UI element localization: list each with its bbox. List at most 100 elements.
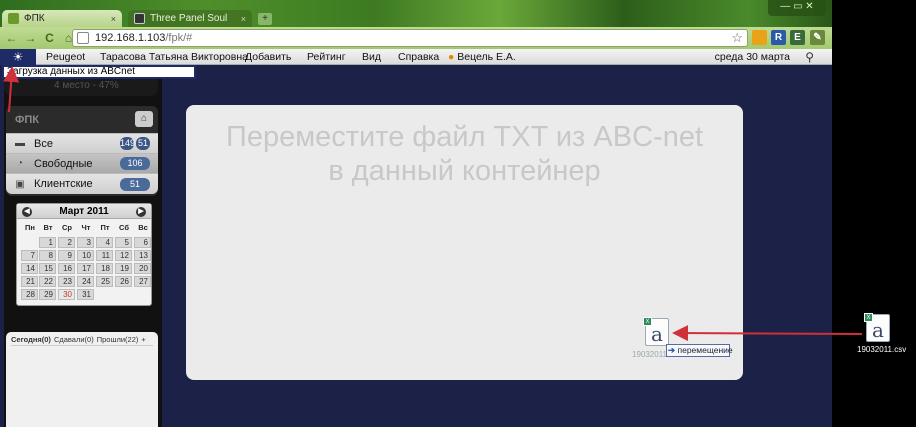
url-path: /fpk/# [165,32,193,44]
close-icon[interactable]: × [111,14,116,24]
calendar-day[interactable]: 20 [134,263,151,274]
calendar-day[interactable]: 26 [115,276,132,287]
app-logo-icon[interactable]: ☀ [0,48,36,65]
calendar-header: ◀ Март 2011 ▶ [17,204,151,219]
calendar-day[interactable]: 1 [39,237,56,248]
calendar-day[interactable]: 7 [21,250,38,261]
calendar-day[interactable]: 31 [77,289,94,300]
count-badge: 51 [120,177,150,191]
tab-three-panel-soul[interactable]: Three Panel Soul × [128,10,252,27]
new-tab-button[interactable]: + [258,13,272,25]
reload-icon[interactable]: C [42,31,57,46]
dropdown-import-abcnet[interactable]: Загрузка данных из ABCnet [2,65,196,79]
move-icon: ➔ [668,345,676,355]
calendar-day[interactable]: 21 [21,276,38,287]
tab-today[interactable]: Сегодня(0) [11,335,51,344]
calendar-day[interactable]: 24 [77,276,94,287]
fpk-title: ФПК [15,114,40,126]
screen: ФПК × Three Panel Soul × + — ▭ ✕ ← → C ⌂… [0,0,916,427]
close-icon[interactable]: × [241,14,246,24]
calendar-day[interactable]: 25 [96,276,113,287]
calendar-day[interactable]: 22 [39,276,56,287]
url-host: 192.168.1.103 [95,32,166,44]
events-panel: Сегодня(0) Сдавали(0) Прошли(22) + [6,332,158,427]
back-icon[interactable]: ← [4,31,19,46]
filter-all[interactable]: ▬ Все 149 51 [6,133,158,153]
desktop-file-icon[interactable]: X a [864,313,890,342]
events-tabs: Сегодня(0) Сдавали(0) Прошли(22) + [11,335,149,344]
divider [11,345,153,346]
address-bar[interactable]: 192.168.1.103 /fpk/# ☆ [72,29,748,47]
menu-user[interactable]: Тарасова Татьяна Викторовна [100,51,248,63]
rating-text: 4 место - 47% [54,80,119,91]
calendar-day[interactable]: 15 [39,263,56,274]
calendar-day[interactable]: 10 [77,250,94,261]
next-month-icon[interactable]: ▶ [136,207,146,217]
tab-title: ФПК [24,13,45,24]
menu-view[interactable]: Вид [362,51,381,63]
filter-free[interactable]: ◔ Свободные 106 [6,153,158,173]
window-controls[interactable]: — ▭ ✕ [768,0,826,16]
calendar-day[interactable]: 23 [58,276,75,287]
dropzone-text-line2: в данный контейнер [328,155,601,187]
page-icon [77,32,89,44]
count-badge: 106 [120,157,150,170]
browser-toolbar: ← → C ⌂ 192.168.1.103 /fpk/# ☆ R E ✎ [0,27,832,49]
calendar-day[interactable]: 18 [96,263,113,274]
menu-account[interactable]: ● Вецель Е.А. [448,51,516,63]
calendar: ◀ Март 2011 ▶ Пн Вт Ср Чт Пт Сб Вс 1 2 3 4 5 6 7 8 9 10 1… [16,203,152,306]
calendar-title: Март 2011 [59,206,109,217]
calendar-day[interactable]: 8 [39,250,56,261]
fpk-panel: ФПК ⌂ ▬ Все 149 51 ◔ Свободные 106 ▣ Кли… [6,106,158,196]
menu-help[interactable]: Справка [398,51,439,63]
favicon-icon [134,13,145,24]
tab-done[interactable]: Сдавали(0) [54,335,94,344]
calendar-day[interactable]: 30 [58,289,75,300]
tab-past[interactable]: Прошли(22) [97,335,139,344]
calendar-day[interactable]: 19 [115,263,132,274]
drag-tooltip: ➔ перемещение [666,344,733,357]
calendar-day[interactable]: 28 [21,289,38,300]
add-event-button[interactable]: + [141,335,145,344]
menu-peugeot[interactable]: Peugeot [46,51,85,63]
menu-rating[interactable]: Рейтинг [307,51,346,63]
e-extension-icon[interactable]: E [790,30,805,45]
calendar-day[interactable]: 29 [39,289,56,300]
calendar-day[interactable]: 17 [77,263,94,274]
file-glyph: a [872,318,884,342]
calendar-day[interactable]: 12 [115,250,132,261]
favicon-icon [8,13,19,24]
unlock-icon: ◔ [16,158,24,169]
calendar-day[interactable]: 9 [58,250,75,261]
bookmark-star-icon[interactable]: ☆ [731,30,743,46]
weekday-label: Вт [43,223,53,232]
calendar-day[interactable]: 27 [134,276,151,287]
calendar-day[interactable]: 6 [134,237,151,248]
garage-icon[interactable]: ⌂ [135,111,153,127]
weekday-label: Пн [25,223,35,232]
dragged-file-icon[interactable]: X a [643,317,669,346]
r-extension-icon[interactable]: R [771,30,786,45]
calendar-day[interactable]: 11 [96,250,113,261]
filter-clients[interactable]: ▣ Клиентские 51 [6,173,158,194]
calendar-day[interactable]: 4 [96,237,113,248]
file-glyph: a [651,322,663,346]
current-date: среда 30 марта [714,51,790,63]
folder-extension-icon[interactable] [752,30,767,45]
calendar-day[interactable]: 14 [21,263,38,274]
search-icon[interactable]: ⚲ [805,50,814,64]
calendar-day[interactable]: 5 [115,237,132,248]
calendar-day[interactable]: 2 [58,237,75,248]
wrench-icon[interactable]: ✎ [810,30,825,45]
menu-add[interactable]: Добавить [245,51,291,63]
count-badge: 149 [120,137,136,150]
tab-fpk[interactable]: ФПК × [2,10,122,27]
calendar-day[interactable]: 3 [77,237,94,248]
calendar-day[interactable]: 13 [134,250,151,261]
forward-icon[interactable]: → [23,31,38,46]
weekday-label: Сб [119,223,129,232]
filter-label: Свободные [34,157,93,170]
calendar-day[interactable]: 16 [58,263,75,274]
user-icon: ● [448,51,455,63]
prev-month-icon[interactable]: ◀ [22,207,32,217]
